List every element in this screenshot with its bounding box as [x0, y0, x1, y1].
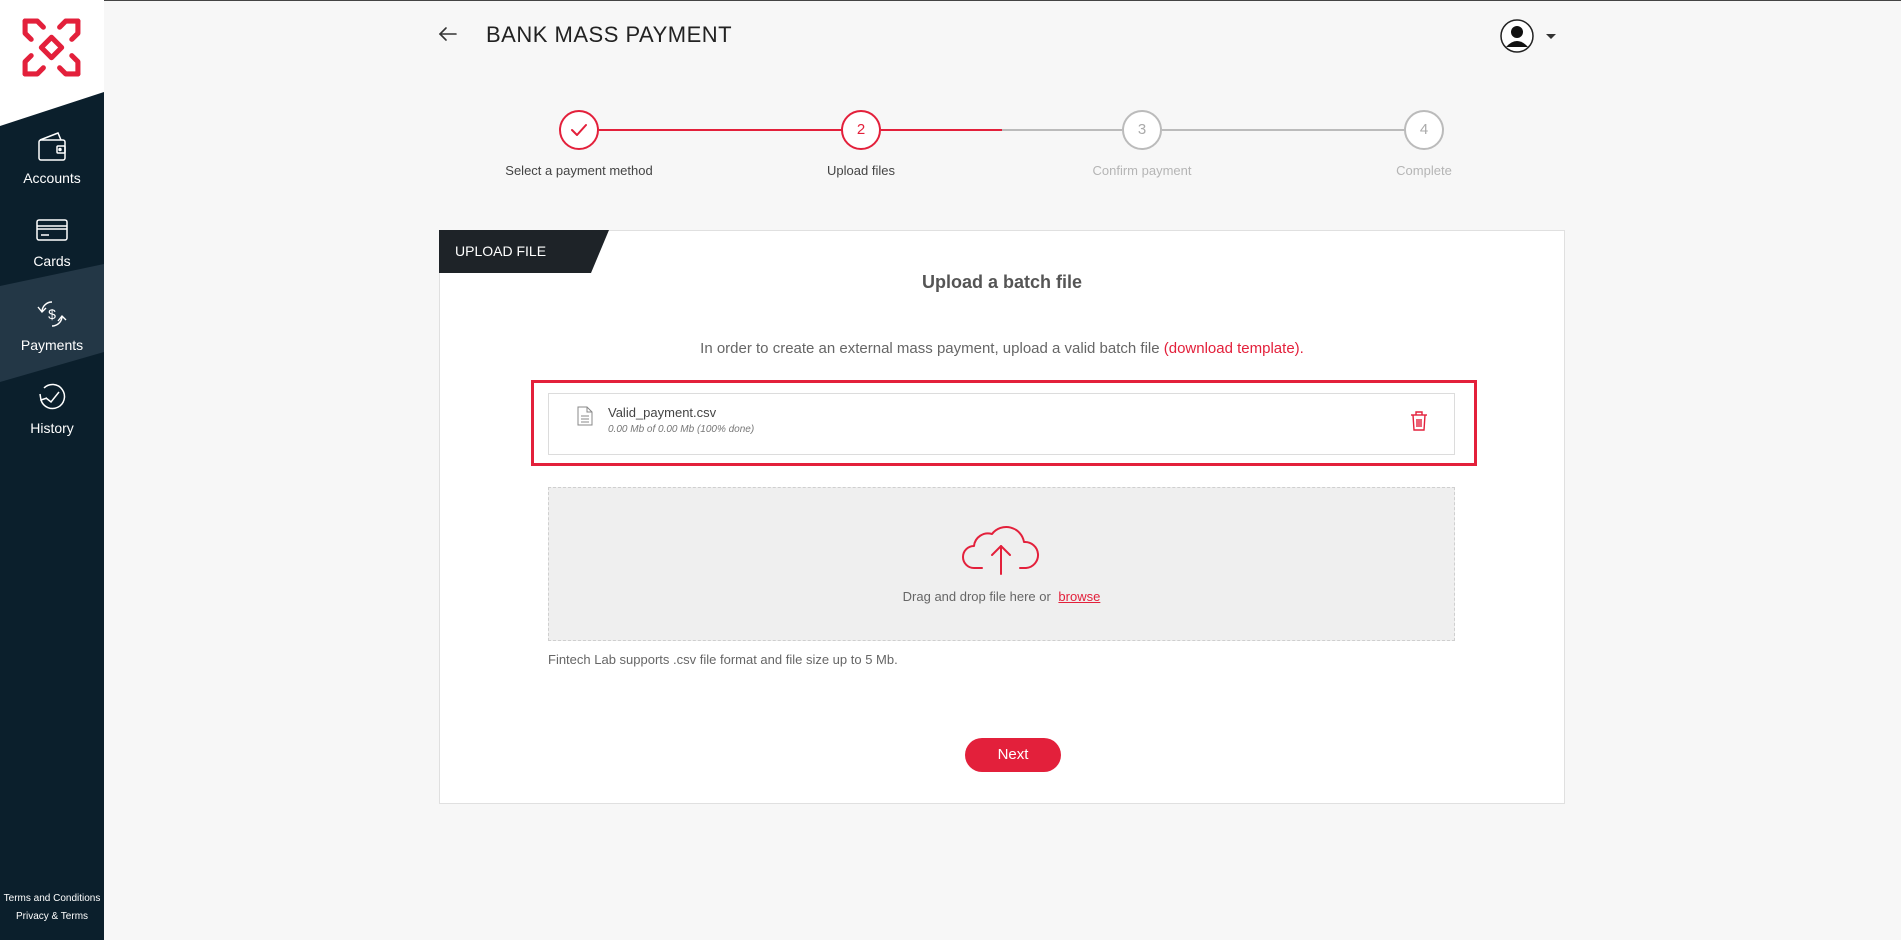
step-connector-1	[599, 129, 861, 131]
support-note: Fintech Lab supports .csv file format an…	[548, 652, 898, 667]
step-1-circle	[559, 110, 599, 150]
privacy-link[interactable]: Privacy & Terms	[0, 908, 104, 926]
back-arrow-icon[interactable]	[436, 22, 460, 46]
step-4-label: Complete	[1396, 163, 1452, 178]
drag-drop-label: Drag and drop file here or	[902, 589, 1055, 604]
chevron-down-icon[interactable]	[1545, 31, 1557, 41]
svg-text:$: $	[48, 306, 56, 322]
sidebar-item-accounts[interactable]: Accounts	[0, 130, 104, 210]
file-name: Valid_payment.csv	[608, 405, 717, 420]
next-button[interactable]: Next	[965, 738, 1061, 772]
file-icon	[577, 406, 593, 426]
card-icon	[36, 219, 68, 241]
sidebar-item-payments[interactable]: $ Payments	[0, 297, 104, 377]
card-heading: Upload a batch file	[921, 272, 1083, 292]
card-description: In order to create an external mass paym…	[439, 340, 1565, 357]
top-border	[104, 0, 1901, 1]
page-title: BANK MASS PAYMENT	[486, 22, 733, 47]
file-progress: 0.00 Mb of 0.00 Mb (100% done)	[608, 424, 755, 435]
step-connector-2b	[1002, 129, 1122, 131]
sidebar-item-label: History	[30, 420, 74, 436]
step-3-circle: 3	[1122, 110, 1162, 150]
download-template-link[interactable]: (download template).	[1164, 340, 1304, 357]
exchange-dollar-icon: $	[37, 301, 67, 327]
cloud-upload-icon	[962, 526, 1039, 575]
sidebar-item-label: Payments	[20, 337, 84, 353]
sidebar: Accounts Cards $ Payments History Terms …	[0, 0, 104, 940]
browse-link[interactable]: browse	[1058, 589, 1100, 604]
fintech-logo[interactable]	[19, 15, 84, 80]
card-tab-label: UPLOAD FILE	[455, 243, 547, 259]
history-icon	[39, 383, 66, 410]
step-2-circle: 2	[841, 110, 881, 150]
sidebar-item-history[interactable]: History	[0, 380, 104, 460]
step-3-label: Confirm payment	[1092, 163, 1192, 178]
logo-area	[0, 0, 104, 130]
step-connector-3	[1162, 129, 1406, 131]
sidebar-item-label: Cards	[33, 253, 71, 269]
checkmark-icon	[571, 124, 587, 136]
step-1-label: Select a payment method	[505, 163, 653, 178]
dropzone-text: Drag and drop file here or browse	[548, 589, 1455, 604]
sidebar-item-label: Accounts	[23, 170, 81, 186]
sidebar-item-cards[interactable]: Cards	[0, 213, 104, 293]
avatar-icon[interactable]	[1500, 19, 1534, 53]
step-connector-2a	[881, 129, 1002, 131]
description-text: In order to create an external mass paym…	[700, 340, 1164, 357]
trash-icon[interactable]	[1410, 410, 1428, 432]
wallet-icon	[38, 132, 66, 161]
sidebar-footer: Terms and Conditions Privacy & Terms	[0, 890, 104, 926]
step-4-circle: 4	[1404, 110, 1444, 150]
terms-link[interactable]: Terms and Conditions	[0, 890, 104, 908]
step-2-label: Upload files	[827, 163, 895, 178]
